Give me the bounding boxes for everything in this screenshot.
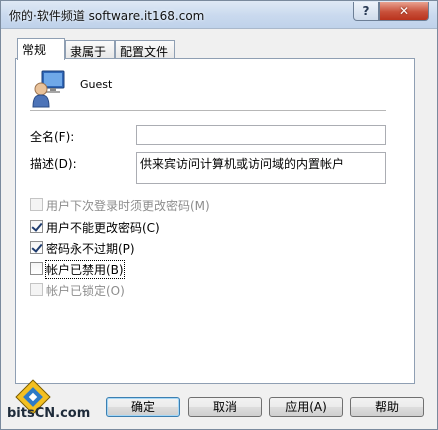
checkbox-box[interactable] [30,198,43,211]
fullname-input[interactable] [136,125,386,145]
general-panel: Guest 全名(F): 描述(D): 供来宾访问计算机或访问域的内置帐户 用户… [15,58,415,384]
divider [30,110,386,111]
checkbox-label: 帐户已锁定(O) [46,284,125,298]
checkbox-label: 密码永不过期(P) [46,242,135,256]
window-title: 你的·软件频道 software.it168.com [9,9,205,23]
ok-button[interactable]: 确定 [106,397,180,417]
user-properties-dialog: 你的·软件频道 software.it168.com ? ✕ 常规 隶属于 配置… [0,0,438,430]
help-button[interactable]: 帮助 [350,397,424,417]
checkbox-label: 用户不能更改密码(C) [46,221,160,235]
help-title-button[interactable]: ? [353,2,379,21]
checkbox-box[interactable] [30,262,43,275]
tab-general[interactable]: 常规 [17,38,65,60]
close-button[interactable]: ✕ [379,2,429,21]
user-name: Guest [80,78,113,91]
checkbox-label: 用户下次登录时须更改密码(M) [46,199,210,213]
checkbox-box[interactable] [30,283,43,296]
watermark-text: bitsCN.com [7,406,91,421]
user-monitor-icon [32,70,65,108]
cancel-button[interactable]: 取消 [188,397,262,417]
fullname-label: 全名(F): [30,130,75,144]
description-label: 描述(D): [30,157,77,171]
checkbox-box[interactable] [30,220,43,233]
apply-button[interactable]: 应用(A) [269,397,343,417]
checkbox-box[interactable] [30,241,43,254]
description-input[interactable]: 供来宾访问计算机或访问域的内置帐户 [136,152,386,184]
title-bar[interactable]: 你的·软件频道 software.it168.com ? ✕ [1,1,437,29]
tab-member-of[interactable]: 隶属于 [65,40,115,59]
checkbox-label: 帐户已禁用(B) [45,260,125,279]
tab-profile[interactable]: 配置文件 [115,40,175,59]
